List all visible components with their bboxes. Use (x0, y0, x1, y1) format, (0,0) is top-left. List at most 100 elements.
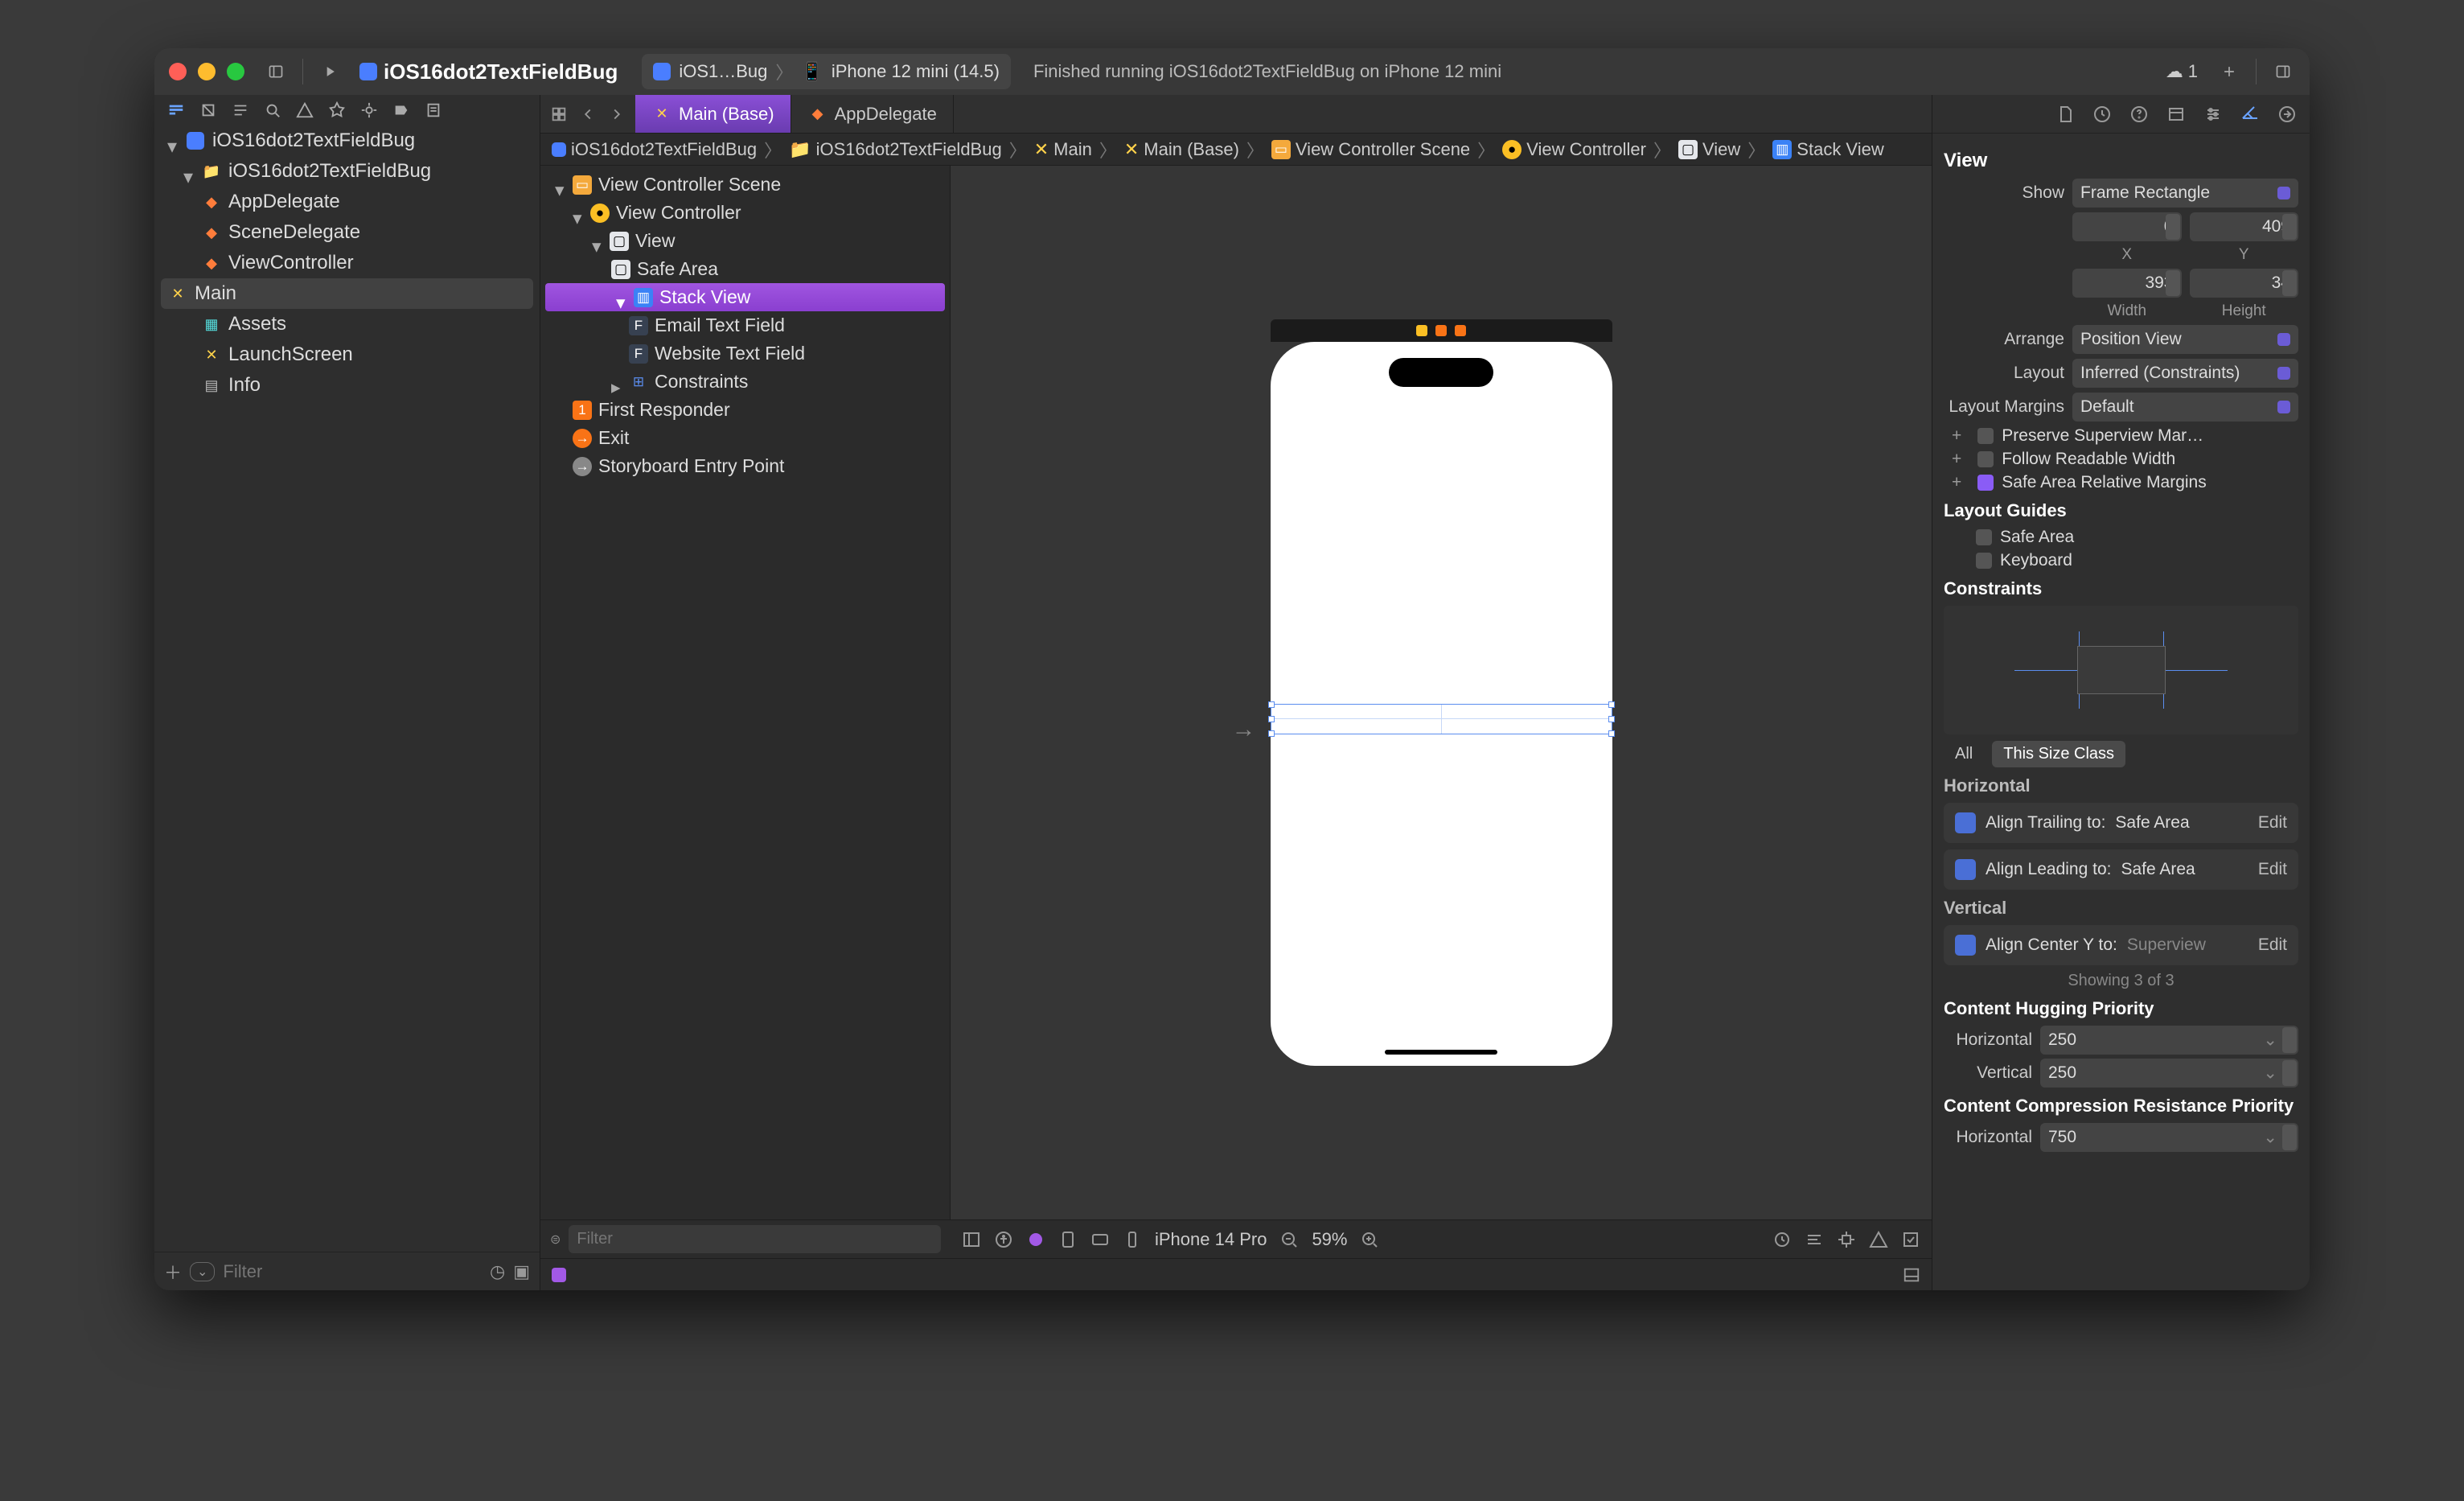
project-root[interactable]: ▾iOS16dot2TextFieldBug (154, 125, 540, 156)
report-navigator-icon[interactable] (425, 101, 442, 119)
preserve-checkbox[interactable] (1977, 428, 1994, 444)
embed-icon[interactable] (1901, 1230, 1920, 1249)
guide-keyboard-checkbox[interactable] (1976, 553, 1992, 569)
ib-canvas[interactable]: → (951, 166, 1932, 1219)
x-stepper[interactable] (2166, 214, 2180, 240)
connections-inspector-icon[interactable] (2277, 105, 2297, 124)
outline-scene[interactable]: ▾▭View Controller Scene (540, 171, 950, 199)
appearance-icon[interactable] (1026, 1230, 1045, 1249)
jump-seg-0[interactable]: iOS16dot2TextFieldBug (571, 139, 757, 160)
scene-header[interactable] (1271, 319, 1612, 342)
library-icon[interactable] (2271, 60, 2295, 84)
add-margin-icon-2[interactable]: + (1952, 450, 1961, 469)
close-window-icon[interactable] (169, 63, 187, 80)
width-input[interactable]: 393 (2072, 269, 2182, 298)
nav-forward-icon[interactable] (608, 105, 626, 123)
zoom-level[interactable]: 59% (1312, 1229, 1347, 1250)
show-dropdown[interactable]: Frame Rectangle (2072, 179, 2298, 208)
orientation-icon[interactable] (1058, 1230, 1078, 1249)
zoom-out-icon[interactable] (1279, 1230, 1299, 1249)
device-type-icon[interactable] (1123, 1230, 1142, 1249)
identity-inspector-icon[interactable] (2166, 105, 2186, 124)
breakpoint-toggle-icon[interactable] (552, 1268, 566, 1282)
constraint-centery[interactable]: Align Center Y to: Superview Edit (1944, 925, 2298, 965)
jump-seg-1[interactable]: iOS16dot2TextFieldBug (816, 139, 1002, 160)
add-file-icon[interactable]: ＋ (164, 1259, 182, 1285)
tab-appdelegate[interactable]: ◆AppDelegate (791, 95, 954, 133)
jump-seg-6[interactable]: View (1702, 139, 1740, 160)
constraint-leading-edit[interactable]: Edit (2258, 860, 2287, 879)
recent-filter-icon[interactable]: ◷ (490, 1261, 505, 1282)
add-editor-icon[interactable] (2217, 60, 2241, 84)
outline-filter-input[interactable] (569, 1225, 941, 1253)
outline-entry-point[interactable]: →Storyboard Entry Point (540, 452, 950, 480)
run-button[interactable] (318, 60, 342, 84)
scheme-selector[interactable]: iOS1…Bug 〉 📱 iPhone 12 mini (14.5) (642, 54, 1011, 89)
y-stepper[interactable] (2282, 214, 2297, 240)
cloud-status[interactable]: ☁︎ 1 (2166, 61, 2198, 82)
scm-filter-icon[interactable]: ▣ (513, 1261, 530, 1282)
zoom-in-icon[interactable] (1360, 1230, 1379, 1249)
help-inspector-icon[interactable] (2129, 105, 2149, 124)
outline-viewcontroller[interactable]: ▾●View Controller (540, 199, 950, 227)
add-margin-icon[interactable]: + (1952, 426, 1961, 446)
layout-dropdown[interactable]: Inferred (Constraints) (2072, 359, 2298, 388)
outline-first-responder[interactable]: 1First Responder (540, 396, 950, 424)
jump-seg-2[interactable]: Main (1053, 139, 1092, 160)
file-viewcontroller[interactable]: ◆ViewController (154, 248, 540, 278)
toggle-navigator-icon[interactable] (264, 60, 288, 84)
find-navigator-icon[interactable] (264, 101, 281, 119)
breakpoint-navigator-icon[interactable] (392, 101, 410, 119)
guide-safearea-checkbox[interactable] (1976, 529, 1992, 545)
seg-this-sizeclass[interactable]: This Size Class (1992, 741, 2125, 767)
resolve-issues-icon[interactable] (1869, 1230, 1888, 1249)
constraint-centery-edit[interactable]: Edit (2258, 936, 2287, 955)
file-inspector-icon[interactable] (2055, 105, 2075, 124)
navigator-filter-input[interactable] (223, 1261, 482, 1282)
tab-main[interactable]: ✕Main (Base) (635, 95, 791, 133)
hug-v-input[interactable]: 250⌄ (2040, 1059, 2298, 1088)
constraint-trailing-edit[interactable]: Edit (2258, 813, 2287, 833)
update-frames-icon[interactable] (1772, 1230, 1792, 1249)
constraint-trailing[interactable]: Align Trailing to: Safe Area Edit (1944, 803, 2298, 843)
x-input[interactable]: 0 (2072, 212, 2182, 241)
file-scenedelegate[interactable]: ◆SceneDelegate (154, 217, 540, 248)
follow-checkbox[interactable] (1977, 451, 1994, 467)
jump-seg-3[interactable]: Main (Base) (1144, 139, 1239, 160)
file-launchscreen[interactable]: ✕LaunchScreen (154, 339, 540, 370)
seg-all[interactable]: All (1944, 741, 1984, 767)
scene-exit-icon[interactable] (1455, 325, 1466, 336)
jump-seg-5[interactable]: View Controller (1526, 139, 1646, 160)
outline-constraints[interactable]: ▸⊞Constraints (540, 368, 950, 396)
jump-seg-4[interactable]: View Controller Scene (1296, 139, 1470, 160)
h-stepper[interactable] (2282, 270, 2297, 296)
file-assets[interactable]: ▦Assets (154, 309, 540, 339)
outline-stackview[interactable]: ▾▥Stack View (545, 283, 945, 311)
constraint-diagram[interactable] (1944, 606, 2298, 734)
canvas-scene[interactable]: → (1271, 319, 1612, 1066)
y-input[interactable]: 409 (2190, 212, 2299, 241)
file-appdelegate[interactable]: ◆AppDelegate (154, 187, 540, 217)
attributes-inspector-icon[interactable] (2203, 105, 2223, 124)
constraint-leading[interactable]: Align Leading to: Safe Area Edit (1944, 849, 2298, 890)
jump-bar[interactable]: iOS16dot2TextFieldBug〉 📁iOS16dot2TextFie… (540, 134, 1932, 166)
outline-view[interactable]: ▾▢View (540, 227, 950, 255)
scene-firstresponder-icon[interactable] (1435, 325, 1447, 336)
scene-vc-icon[interactable] (1416, 325, 1427, 336)
symbol-navigator-icon[interactable] (232, 101, 249, 119)
margins-dropdown[interactable]: Default (2072, 393, 2298, 422)
w-stepper[interactable] (2166, 270, 2180, 296)
toggle-debug-drawer-icon[interactable] (1903, 1266, 1920, 1284)
safearea-rel-checkbox[interactable] (1977, 475, 1994, 491)
history-inspector-icon[interactable] (2092, 105, 2112, 124)
debug-navigator-icon[interactable] (360, 101, 378, 119)
selected-stackview[interactable] (1271, 704, 1612, 734)
zoom-window-icon[interactable] (227, 63, 244, 80)
test-navigator-icon[interactable] (328, 101, 346, 119)
entry-point-arrow[interactable]: → (1232, 716, 1256, 743)
outline-exit[interactable]: →Exit (540, 424, 950, 452)
target-group[interactable]: ▾📁iOS16dot2TextFieldBug (154, 156, 540, 187)
jump-seg-7[interactable]: Stack View (1797, 139, 1883, 160)
toggle-outline-icon[interactable] (962, 1230, 981, 1249)
add-margin-icon-3[interactable]: + (1952, 473, 1961, 492)
